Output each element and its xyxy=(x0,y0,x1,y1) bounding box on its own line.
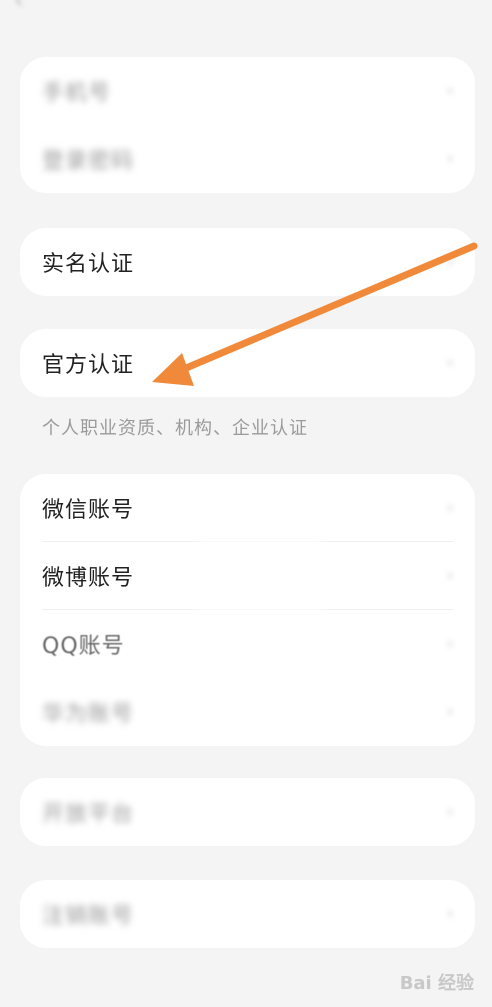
item-label: 注销账号 xyxy=(42,904,135,929)
chevron-right-icon: › xyxy=(447,804,453,820)
item-label: 登录密码 xyxy=(42,149,135,174)
top-bar: ‹ xyxy=(0,0,492,20)
item-label: 实名认证 xyxy=(42,252,135,277)
chevron-right-icon: › xyxy=(447,355,453,371)
page-title xyxy=(190,0,310,6)
item-value: › xyxy=(443,568,453,584)
item-value: › xyxy=(443,500,453,516)
item-value: › xyxy=(443,704,453,720)
chevron-right-icon: › xyxy=(447,568,453,584)
item-label: 手机号 xyxy=(42,81,112,106)
list-item-five[interactable]: 开放平台 › xyxy=(42,778,453,846)
glare-overlay xyxy=(195,520,325,700)
chevron-right-icon: › xyxy=(447,83,453,99)
watermark: Bai 经验 xyxy=(399,973,474,994)
item-label: 开放平台 xyxy=(42,802,135,827)
item-label: 华为账号 xyxy=(42,702,135,727)
item-value: › xyxy=(443,254,453,270)
glare-overlay xyxy=(170,100,340,140)
item-label: 官方认证 xyxy=(42,353,135,378)
chevron-right-icon: › xyxy=(447,254,453,270)
list-item-real-name[interactable]: 实名认证 › xyxy=(42,228,453,296)
item-value: › xyxy=(443,355,453,371)
chevron-right-icon: › xyxy=(447,151,453,167)
item-label: QQ账号 xyxy=(42,634,125,659)
chevron-left-icon[interactable]: ‹ xyxy=(14,0,36,14)
list-item-six[interactable]: 注销账号 › xyxy=(42,880,453,948)
item-label: 微博账号 xyxy=(42,566,135,591)
card-six: 注销账号 › xyxy=(20,880,475,948)
item-value: › xyxy=(443,804,453,820)
item-value: › xyxy=(443,83,453,99)
official-verification-card: 官方认证 › xyxy=(20,329,475,397)
chevron-right-icon: › xyxy=(447,500,453,516)
real-name-card: 实名认证 › xyxy=(20,228,475,296)
chevron-right-icon: › xyxy=(447,636,453,652)
chevron-right-icon: › xyxy=(447,704,453,720)
list-item-official-verification[interactable]: 官方认证 › xyxy=(42,329,453,397)
official-verification-note: 个人职业资质、机构、企业认证 xyxy=(42,418,308,439)
chevron-right-icon: › xyxy=(447,906,453,922)
card-five: 开放平台 › xyxy=(20,778,475,846)
item-value: › xyxy=(443,636,453,652)
item-value: › xyxy=(443,906,453,922)
item-label: 微信账号 xyxy=(42,498,135,523)
item-value: › xyxy=(443,151,453,167)
